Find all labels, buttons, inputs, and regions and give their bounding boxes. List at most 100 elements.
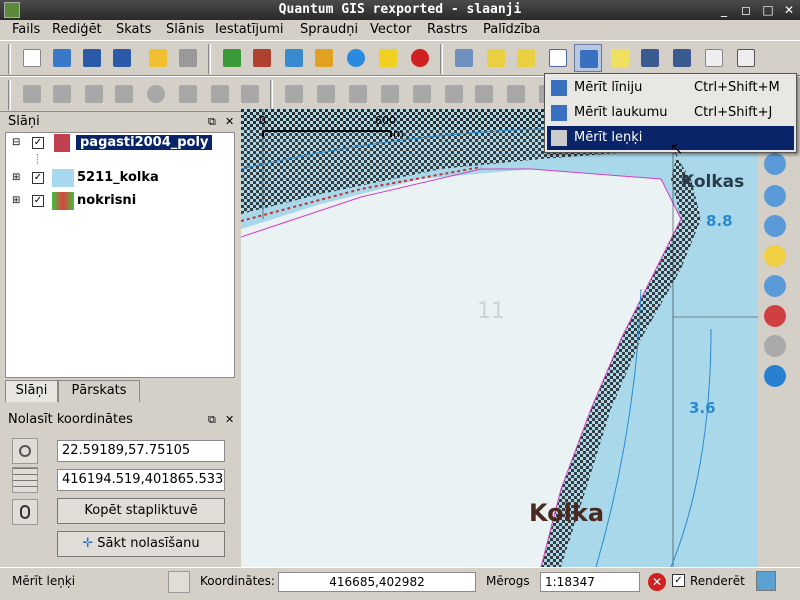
undo-button[interactable] xyxy=(280,80,308,108)
open-folder-icon xyxy=(53,49,71,67)
map-tips-button[interactable] xyxy=(606,44,634,72)
status-bar: Mērīt leņķi Koordinātes: 416685,402982 M… xyxy=(0,567,800,600)
menu-vector[interactable]: Vector xyxy=(370,22,411,37)
tab-overview[interactable]: Pārskats xyxy=(58,380,140,402)
layer-row-kolka[interactable]: ⊞ ✓ 5211_kolka xyxy=(6,169,234,187)
stop-render-icon[interactable]: ✕ xyxy=(648,573,666,591)
add-wms-layer-button[interactable] xyxy=(342,44,370,72)
grid-icon[interactable] xyxy=(12,467,38,493)
layer-row-pagasti[interactable]: ⊟ ✓ pagasti2004_poly xyxy=(6,134,234,152)
save-as-button[interactable] xyxy=(108,44,136,72)
deselect-button[interactable] xyxy=(512,44,540,72)
simplify-button[interactable] xyxy=(344,80,372,108)
scale-field[interactable]: 1:18347 xyxy=(540,572,640,592)
select-features-button[interactable] xyxy=(482,44,510,72)
expand-icon[interactable]: ⊞ xyxy=(12,172,20,183)
menu-item-measure-line[interactable]: Mērīt līniju Ctrl+Shift+M xyxy=(547,76,794,100)
menu-layer[interactable]: Slānis xyxy=(166,22,204,37)
expand-icon[interactable]: ⊞ xyxy=(12,195,20,206)
measure-button[interactable] xyxy=(574,44,602,72)
redo-button[interactable] xyxy=(312,80,340,108)
coordinates-field[interactable]: 416685,402982 xyxy=(278,572,476,592)
delete-selected-button[interactable] xyxy=(142,80,170,108)
crosshair-shape xyxy=(19,445,31,457)
layer-visibility-checkbox[interactable]: ✓ xyxy=(32,172,44,184)
remove-layer-button[interactable] xyxy=(406,44,434,72)
menu-help[interactable]: Palīdzība xyxy=(483,22,540,37)
zoom-layer-icon[interactable] xyxy=(764,275,786,297)
zoom-in-icon[interactable] xyxy=(764,153,786,175)
layer-visibility-checkbox[interactable]: ✓ xyxy=(32,137,44,149)
wgs-coords-field[interactable]: 22.59189,57.75105 xyxy=(57,440,225,462)
zoom-full-icon[interactable] xyxy=(764,215,786,237)
mouse-shape xyxy=(20,505,30,519)
menu-settings[interactable]: Iestatījumi xyxy=(215,22,284,37)
add-part-button[interactable] xyxy=(408,80,436,108)
paste-button[interactable] xyxy=(236,80,264,108)
new-vector-layer-button[interactable] xyxy=(374,44,402,72)
add-vector-layer-button[interactable] xyxy=(218,44,246,72)
identify-button[interactable] xyxy=(450,44,478,72)
labeling-button[interactable] xyxy=(700,44,728,72)
projected-coords-field[interactable]: 416194.519,401865.533 xyxy=(57,469,225,491)
composer-button[interactable] xyxy=(144,44,172,72)
toolbar-handle[interactable] xyxy=(8,44,11,74)
close-icon[interactable]: ✕ xyxy=(781,2,797,18)
tab-layers[interactable]: Slāņi xyxy=(5,380,58,402)
save-edits-button[interactable] xyxy=(48,80,76,108)
crosshair-icon[interactable] xyxy=(12,438,38,464)
float-panel-icon[interactable]: ⧉ xyxy=(208,112,216,132)
mouse-icon[interactable] xyxy=(12,499,38,525)
menu-view[interactable]: Skats xyxy=(116,22,151,37)
redo-icon xyxy=(317,85,335,103)
start-capture-button[interactable]: ✛ Sākt nolasīšanu xyxy=(57,531,225,557)
coord-toggle-icon[interactable] xyxy=(168,571,190,593)
toolbar-handle[interactable] xyxy=(8,80,11,110)
menu-raster[interactable]: Rastrs xyxy=(427,22,468,37)
add-spatialite-layer-button[interactable] xyxy=(310,44,338,72)
zoom-out-icon[interactable] xyxy=(764,185,786,207)
layer-row-nokrisni[interactable]: ⊞ ✓ nokrisni xyxy=(6,192,234,210)
crs-icon[interactable] xyxy=(756,571,776,591)
map-canvas[interactable]: 0 600 m Kolkas Kolka 8.8 3.6 11 xyxy=(241,109,758,567)
text-annotation-button[interactable] xyxy=(732,44,760,72)
layer-visibility-checkbox[interactable]: ✓ xyxy=(32,195,44,207)
attribute-table-button[interactable] xyxy=(544,44,572,72)
zoom-next-icon[interactable] xyxy=(764,335,786,357)
restore-icon[interactable]: ◻ xyxy=(738,2,754,18)
cut-button[interactable] xyxy=(174,80,202,108)
toggle-editing-button[interactable] xyxy=(18,80,46,108)
add-vector-icon xyxy=(223,49,241,67)
menu-plugins[interactable]: Spraudņi xyxy=(300,22,358,37)
copy-button[interactable] xyxy=(206,80,234,108)
render-checkbox[interactable]: ✓ xyxy=(672,574,685,587)
delete-part-button[interactable] xyxy=(470,80,498,108)
print-button[interactable] xyxy=(174,44,202,72)
new-bookmark-button[interactable] xyxy=(668,44,696,72)
zoom-selection-icon[interactable] xyxy=(764,245,786,267)
refresh-icon[interactable] xyxy=(764,365,786,387)
capture-point-button[interactable] xyxy=(80,80,108,108)
open-project-button[interactable] xyxy=(48,44,76,72)
delete-ring-button[interactable] xyxy=(440,80,468,108)
menu-item-measure-area[interactable]: Mērīt laukumu Ctrl+Shift+J xyxy=(547,101,794,125)
reshape-button[interactable] xyxy=(502,80,530,108)
zoom-last-icon[interactable] xyxy=(764,305,786,327)
add-postgis-layer-button[interactable] xyxy=(280,44,308,72)
save-as-icon xyxy=(113,49,131,67)
float-panel-icon[interactable]: ⧉ xyxy=(208,410,216,430)
close-panel-icon[interactable]: ✕ xyxy=(225,112,234,132)
close-panel-icon[interactable]: ✕ xyxy=(225,410,234,430)
new-project-button[interactable] xyxy=(18,44,46,72)
menu-edit[interactable]: Rediģēt xyxy=(52,22,102,37)
spatial-bookmarks-button[interactable] xyxy=(636,44,664,72)
collapse-icon[interactable]: ⊟ xyxy=(12,137,20,148)
maximize-icon[interactable]: □ xyxy=(760,2,776,18)
minimize-icon[interactable]: _ xyxy=(716,2,732,18)
node-tool-button[interactable] xyxy=(110,80,138,108)
add-raster-layer-button[interactable] xyxy=(248,44,276,72)
menu-file[interactable]: Fails xyxy=(12,22,40,37)
save-project-button[interactable] xyxy=(78,44,106,72)
add-ring-button[interactable] xyxy=(376,80,404,108)
copy-to-clipboard-button[interactable]: Kopēt stapliktuvē xyxy=(57,498,225,524)
